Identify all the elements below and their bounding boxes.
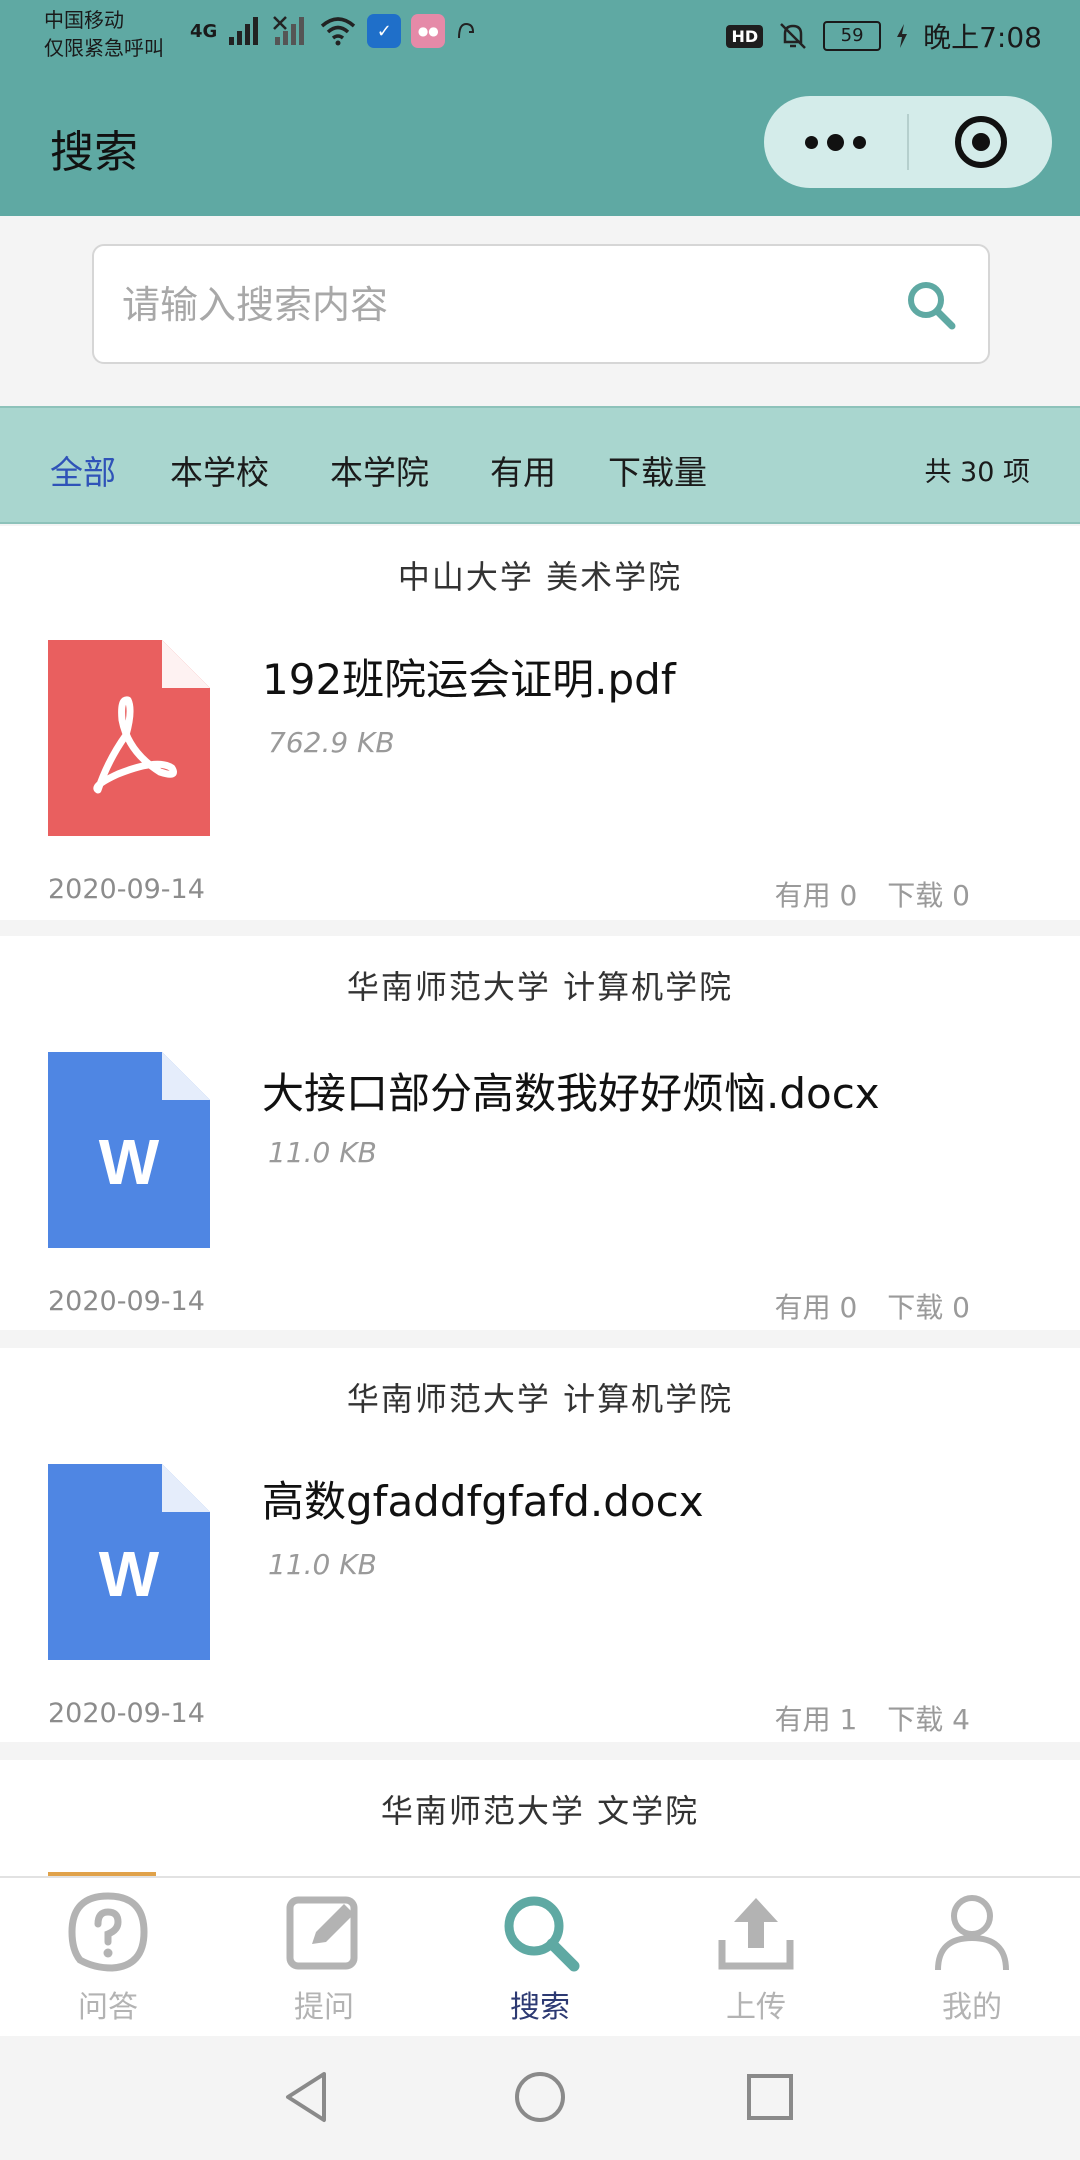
- result-card[interactable]: 中山大学 美术学院 192班院运会证明.pdf 762.9 KB 2020-09…: [0, 526, 1080, 920]
- school-label: 华南师范大学 文学院: [380, 1792, 700, 1830]
- search-box[interactable]: [92, 244, 990, 364]
- tab-search[interactable]: 搜索: [432, 1878, 648, 2038]
- result-card[interactable]: 华南师范大学 计算机学院 W 大接口部分高数我好好烦恼.docx 11.0 KB…: [0, 936, 1080, 1330]
- result-card[interactable]: 华南师范大学 文学院: [0, 1760, 1080, 1876]
- download-count[interactable]: 下载 0: [887, 1286, 970, 1326]
- more-dots-icon: [805, 135, 818, 149]
- question-bubble-icon: [68, 1892, 148, 1972]
- status-right: HD 59 晚上7:08: [726, 16, 1042, 56]
- network-type: 4G: [190, 20, 218, 42]
- tab-label: 问答: [78, 1990, 138, 2025]
- back-icon[interactable]: [272, 2062, 342, 2132]
- recents-icon[interactable]: [735, 2062, 805, 2132]
- carrier-info: 中国移动 仅限紧急呼叫: [44, 6, 164, 62]
- tab-label: 搜索: [510, 1990, 570, 2025]
- file-size: 11.0 KB: [268, 1136, 377, 1169]
- filter-tab-useful[interactable]: 有用: [490, 446, 556, 494]
- shield-app-icon: ✓: [367, 14, 402, 48]
- upload-date: 2020-09-14: [48, 874, 205, 905]
- download-count[interactable]: 下载 0: [887, 874, 970, 914]
- svg-text:W: W: [99, 1126, 160, 1198]
- result-count: 共 30 项: [924, 457, 1030, 488]
- useful-count[interactable]: 有用 0: [775, 1286, 858, 1326]
- mute-bell-icon: [780, 23, 806, 49]
- search-area: [0, 216, 1080, 406]
- page-title: 搜索: [50, 127, 138, 178]
- word-file-icon: W: [48, 1052, 210, 1248]
- filter-tab-all[interactable]: 全部: [50, 446, 116, 494]
- card-stats: 有用 1 下载 4: [775, 1698, 970, 1738]
- target-core: [971, 133, 990, 151]
- more-button[interactable]: [764, 96, 907, 188]
- school-label: 华南师范大学 计算机学院: [346, 1380, 734, 1418]
- tab-label: 我的: [942, 1990, 1002, 2025]
- close-button[interactable]: [909, 96, 1052, 188]
- status-bar: 中国移动 仅限紧急呼叫 4G ✓ ●● HD 59 晚上7:08: [0, 0, 1080, 72]
- download-count[interactable]: 下载 4: [887, 1698, 970, 1738]
- file-size: 762.9 KB: [268, 726, 395, 759]
- file-name[interactable]: 大接口部分高数我好好烦恼.docx: [262, 1060, 880, 1121]
- wifi-icon: [321, 17, 356, 46]
- school-label: 华南师范大学 计算机学院: [346, 968, 734, 1006]
- svg-text:W: W: [99, 1538, 160, 1610]
- battery-indicator: 59: [823, 21, 882, 51]
- file-name[interactable]: 192班院运会证明.pdf: [262, 646, 676, 707]
- edit-icon: [286, 1896, 358, 1970]
- card-stats: 有用 0 下载 0: [775, 1286, 970, 1326]
- file-size: 11.0 KB: [268, 1548, 377, 1581]
- filter-tab-my-school[interactable]: 本学校: [170, 446, 269, 494]
- tab-label: 上传: [726, 1990, 786, 2025]
- target-close-icon: [954, 116, 1007, 168]
- mini-program-capsule: [764, 96, 1052, 188]
- file-name[interactable]: 高数gfaddfgfafd.docx: [262, 1468, 704, 1529]
- more-dot-center: [827, 133, 844, 151]
- signal-icon: [229, 17, 259, 45]
- search-icon[interactable]: [904, 278, 958, 332]
- tab-qa[interactable]: 问答: [0, 1878, 216, 2038]
- card-stats: 有用 0 下载 0: [775, 874, 970, 914]
- signal-group: 4G ✓ ●●: [190, 14, 477, 48]
- clock: 晚上7:08: [923, 21, 1042, 54]
- no-signal-icon: [273, 16, 305, 45]
- tab-me[interactable]: 我的: [864, 1878, 1080, 2038]
- system-nav-bar: [0, 2036, 1080, 2160]
- upload-date: 2020-09-14: [48, 1698, 205, 1729]
- useful-count[interactable]: 有用 0: [775, 874, 858, 914]
- filter-tab-downloads[interactable]: 下载量: [608, 446, 707, 494]
- carrier-status: 仅限紧急呼叫: [44, 36, 164, 60]
- home-icon[interactable]: [505, 2062, 575, 2132]
- notification-icon: [458, 22, 475, 39]
- filter-bar: 全部 本学校 本学院 有用 下载量 共 30 项: [0, 406, 1080, 524]
- word-file-icon: W: [48, 1464, 210, 1660]
- school-label: 中山大学 美术学院: [397, 558, 683, 596]
- result-card[interactable]: 华南师范大学 计算机学院 W 高数gfaddfgfafd.docx 11.0 K…: [0, 1348, 1080, 1742]
- tab-ask[interactable]: 提问: [216, 1878, 432, 2038]
- person-icon: [935, 1895, 1009, 1971]
- upload-icon: [718, 1898, 794, 1970]
- more-dot-right: [853, 135, 866, 149]
- hd-badge: HD: [726, 24, 764, 48]
- pdf-file-icon: [48, 640, 210, 836]
- app-badge-icon: ●●: [411, 14, 446, 48]
- filter-tab-my-college[interactable]: 本学院: [330, 446, 429, 494]
- bottom-tab-bar: 问答 提问 搜索 上传 我的: [0, 1876, 1080, 2036]
- search-input[interactable]: [122, 270, 862, 340]
- upload-date: 2020-09-14: [48, 1286, 205, 1317]
- page: 中国移动 仅限紧急呼叫 4G ✓ ●● HD 59 晚上7:08 搜索 请输入搜…: [0, 0, 1080, 2160]
- tab-label: 提问: [294, 1990, 354, 2025]
- tab-upload[interactable]: 上传: [648, 1878, 864, 2038]
- search-icon: [504, 1896, 580, 1972]
- charging-icon: [897, 24, 908, 48]
- carrier-name: 中国移动: [44, 8, 124, 32]
- useful-count[interactable]: 有用 1: [775, 1698, 858, 1738]
- nav-header: 搜索: [0, 72, 1080, 216]
